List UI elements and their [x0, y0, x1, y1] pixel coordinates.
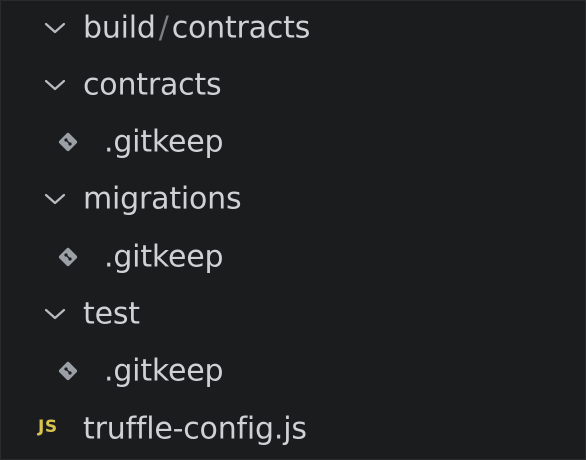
tree-item-label: build / contracts	[83, 13, 310, 43]
tree-folder-migrations[interactable]: migrations	[1, 173, 585, 227]
tree-file-truffle-config[interactable]: JS truffle-config.js	[1, 403, 585, 457]
tree-file-gitkeep[interactable]: .gitkeep	[1, 231, 585, 285]
tree-item-label: .gitkeep	[104, 353, 224, 389]
chevron-down-icon[interactable]	[43, 307, 67, 321]
file-explorer-tree: build / contracts contracts .gitkeep migra…	[0, 0, 586, 460]
tree-folder-build-contracts[interactable]: build / contracts	[1, 2, 585, 56]
path-segment-build: build	[83, 10, 156, 46]
tree-file-gitkeep[interactable]: .gitkeep	[1, 345, 585, 399]
git-file-icon	[58, 247, 78, 267]
chevron-down-icon[interactable]	[43, 78, 67, 92]
js-file-icon: JS	[38, 417, 58, 437]
git-file-icon	[58, 361, 78, 381]
tree-item-label: migrations	[83, 181, 242, 217]
tree-item-label: .gitkeep	[104, 239, 224, 275]
chevron-down-icon[interactable]	[43, 192, 67, 206]
tree-item-label: test	[83, 296, 140, 332]
tree-folder-contracts[interactable]: contracts	[1, 59, 585, 113]
tree-file-gitkeep[interactable]: .gitkeep	[1, 116, 585, 170]
tree-item-label: .gitkeep	[104, 124, 224, 160]
tree-item-label: truffle-config.js	[83, 411, 307, 447]
chevron-down-icon[interactable]	[43, 21, 67, 35]
git-file-icon	[58, 132, 78, 152]
tree-folder-test[interactable]: test	[1, 288, 585, 342]
path-separator: /	[158, 10, 169, 46]
tree-item-label: contracts	[83, 67, 222, 103]
path-segment-contracts: contracts	[171, 10, 311, 46]
